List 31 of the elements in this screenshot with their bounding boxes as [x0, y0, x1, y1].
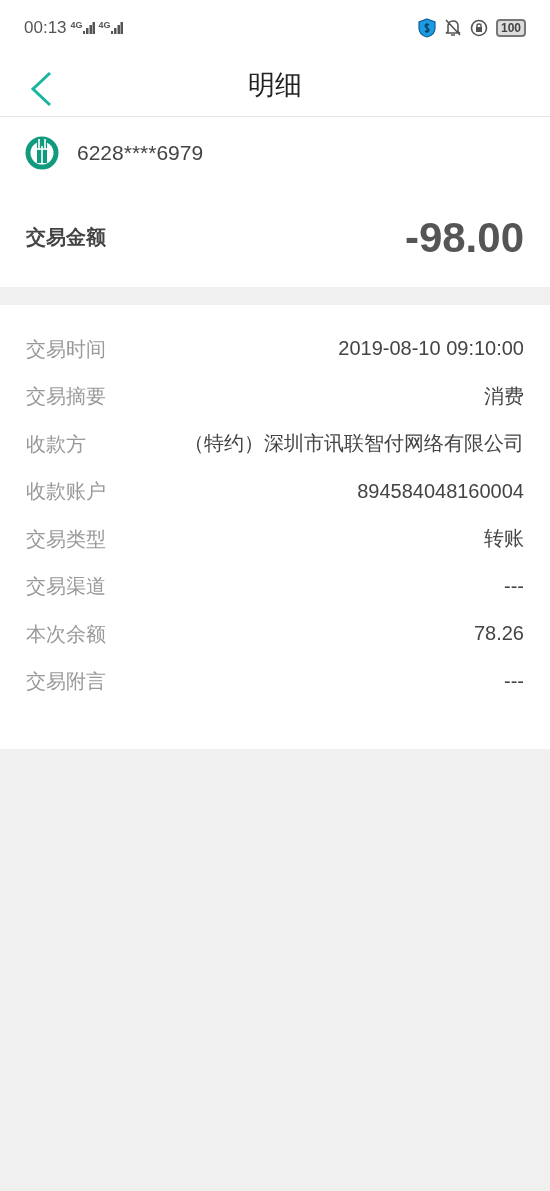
- detail-label: 交易类型: [26, 526, 106, 552]
- network-label: 4G: [70, 20, 83, 30]
- status-time: 00:13: [24, 16, 67, 39]
- detail-label: 本次余额: [26, 621, 106, 647]
- rotation-lock-icon: [469, 18, 488, 37]
- detail-value: 消费: [484, 383, 524, 409]
- detail-value: 78.26: [473, 621, 524, 647]
- back-button[interactable]: [28, 71, 54, 107]
- detail-label: 交易渠道: [26, 574, 106, 600]
- detail-label: 收款账户: [26, 479, 106, 505]
- detail-value: （特约）深圳市讯联智付网络有限公司: [184, 431, 524, 457]
- detail-label: 交易附言: [26, 669, 106, 695]
- signal-icon: [110, 20, 123, 35]
- detail-value: 2019-08-10 09:10:00: [338, 336, 524, 362]
- shield-icon: [417, 17, 436, 38]
- detail-label: 交易摘要: [26, 384, 106, 410]
- detail-label: 收款方: [26, 431, 86, 457]
- network-label: 4G: [98, 20, 111, 30]
- detail-value: ---: [504, 668, 524, 694]
- bank-logo-icon: [25, 136, 59, 170]
- amount-value: -98.00: [404, 212, 524, 263]
- detail-value: 转账: [484, 526, 524, 552]
- bell-off-icon: [443, 18, 462, 37]
- amount-label: 交易金额: [26, 225, 106, 250]
- battery-indicator: 100: [495, 18, 526, 37]
- card-number: 6228****6979: [77, 140, 204, 167]
- signal-icon: [82, 20, 95, 35]
- detail-value: ---: [504, 573, 524, 599]
- detail-label: 交易时间: [26, 336, 106, 362]
- detail-value: 894584048160004: [357, 478, 524, 504]
- page-title: 明细: [248, 69, 302, 103]
